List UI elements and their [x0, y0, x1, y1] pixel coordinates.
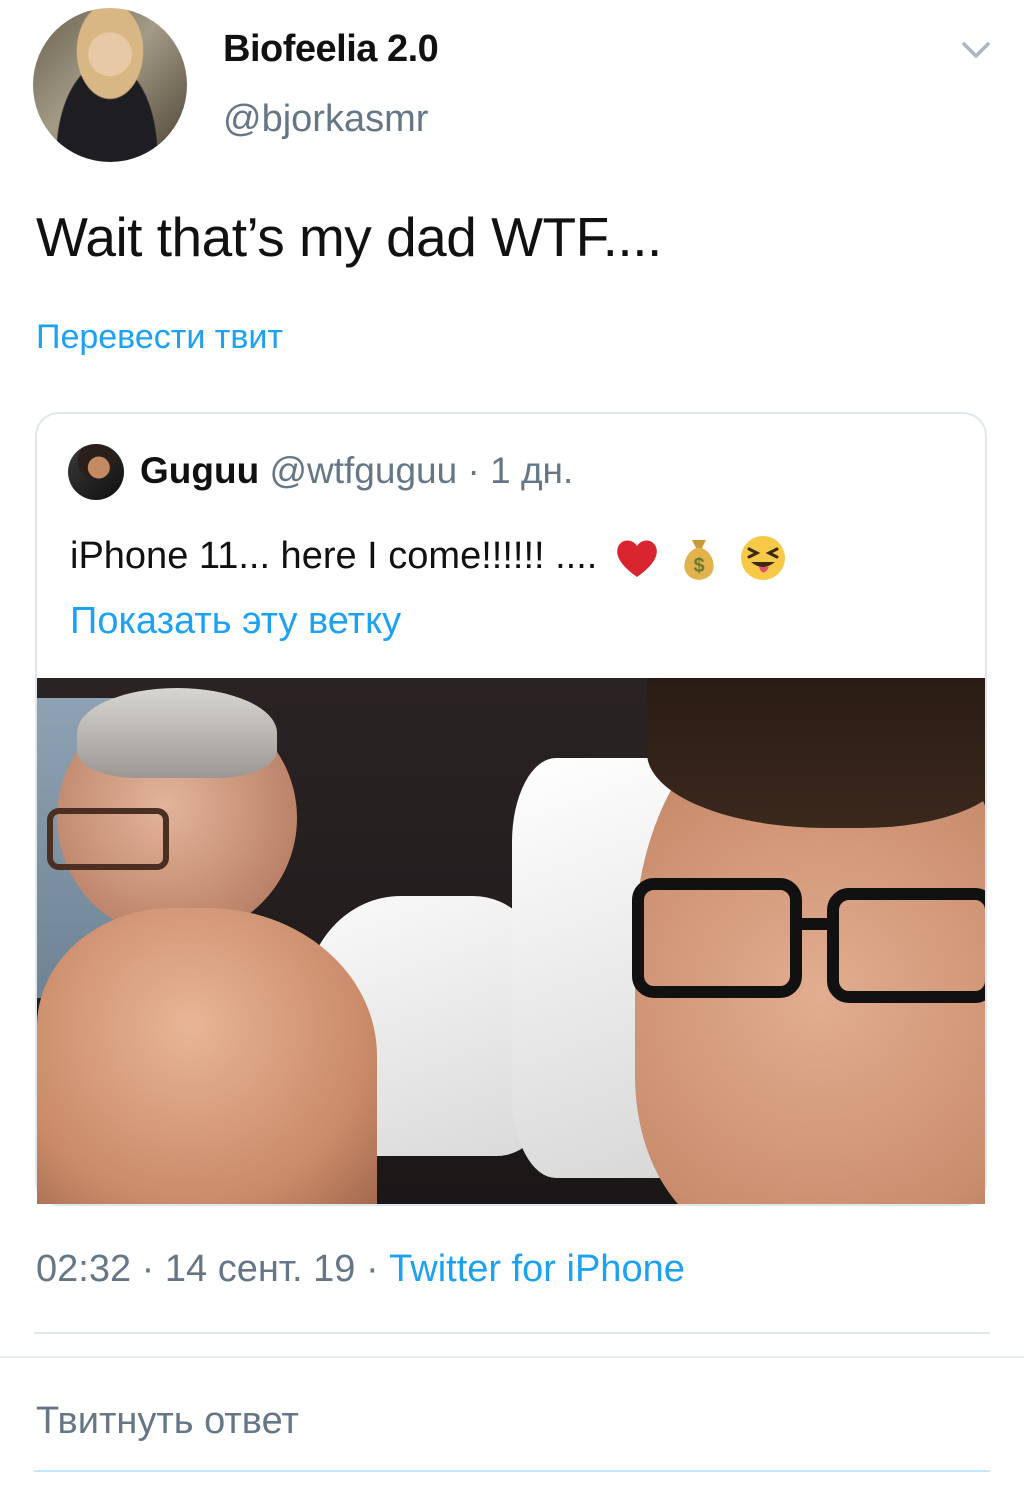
author-display-name[interactable]: Biofeelia 2.0 [223, 28, 439, 71]
tweet-text: Wait that’s my dad WTF.... [36, 206, 662, 268]
svg-text:$: $ [694, 555, 705, 577]
quoted-author-handle: @wtfguguu [269, 450, 458, 491]
chevron-down-icon[interactable] [956, 30, 996, 70]
quoted-tweet-text-line: iPhone 11... here I come!!!!!! .... $ [70, 534, 787, 582]
quoted-author-avatar [68, 444, 124, 500]
author-avatar[interactable] [33, 8, 187, 162]
quoted-tweet-time: · 1 дн. [457, 450, 574, 491]
show-thread-link[interactable]: Показать эту ветку [70, 600, 401, 643]
heart-emoji-icon [617, 540, 657, 577]
quoted-tweet-photo[interactable] [37, 678, 985, 1204]
tweet-meta: 02:32 · 14 сент. 19 · Twitter for iPhone [36, 1248, 685, 1291]
section-divider [0, 1356, 1024, 1358]
tweet-source-link[interactable]: Twitter for iPhone [389, 1248, 685, 1290]
squinting-tongue-emoji-icon [741, 536, 786, 580]
divider [34, 1332, 990, 1334]
author-handle[interactable]: @bjorkasmr [223, 98, 428, 141]
quoted-tweet-text: iPhone 11... here I come!!!!!! .... [70, 535, 598, 578]
money-bag-emoji-icon: $ [684, 540, 715, 580]
quoted-tweet-header: Guguu @wtfguguu · 1 дн. [140, 450, 573, 492]
translate-tweet-link[interactable]: Перевести твит [36, 318, 283, 357]
reply-underline [34, 1470, 990, 1472]
reply-input[interactable]: Твитнуть ответ [36, 1400, 299, 1443]
tweet-timestamp: 02:32 · 14 сент. 19 · [36, 1248, 390, 1290]
quoted-author-name: Guguu [140, 450, 260, 491]
